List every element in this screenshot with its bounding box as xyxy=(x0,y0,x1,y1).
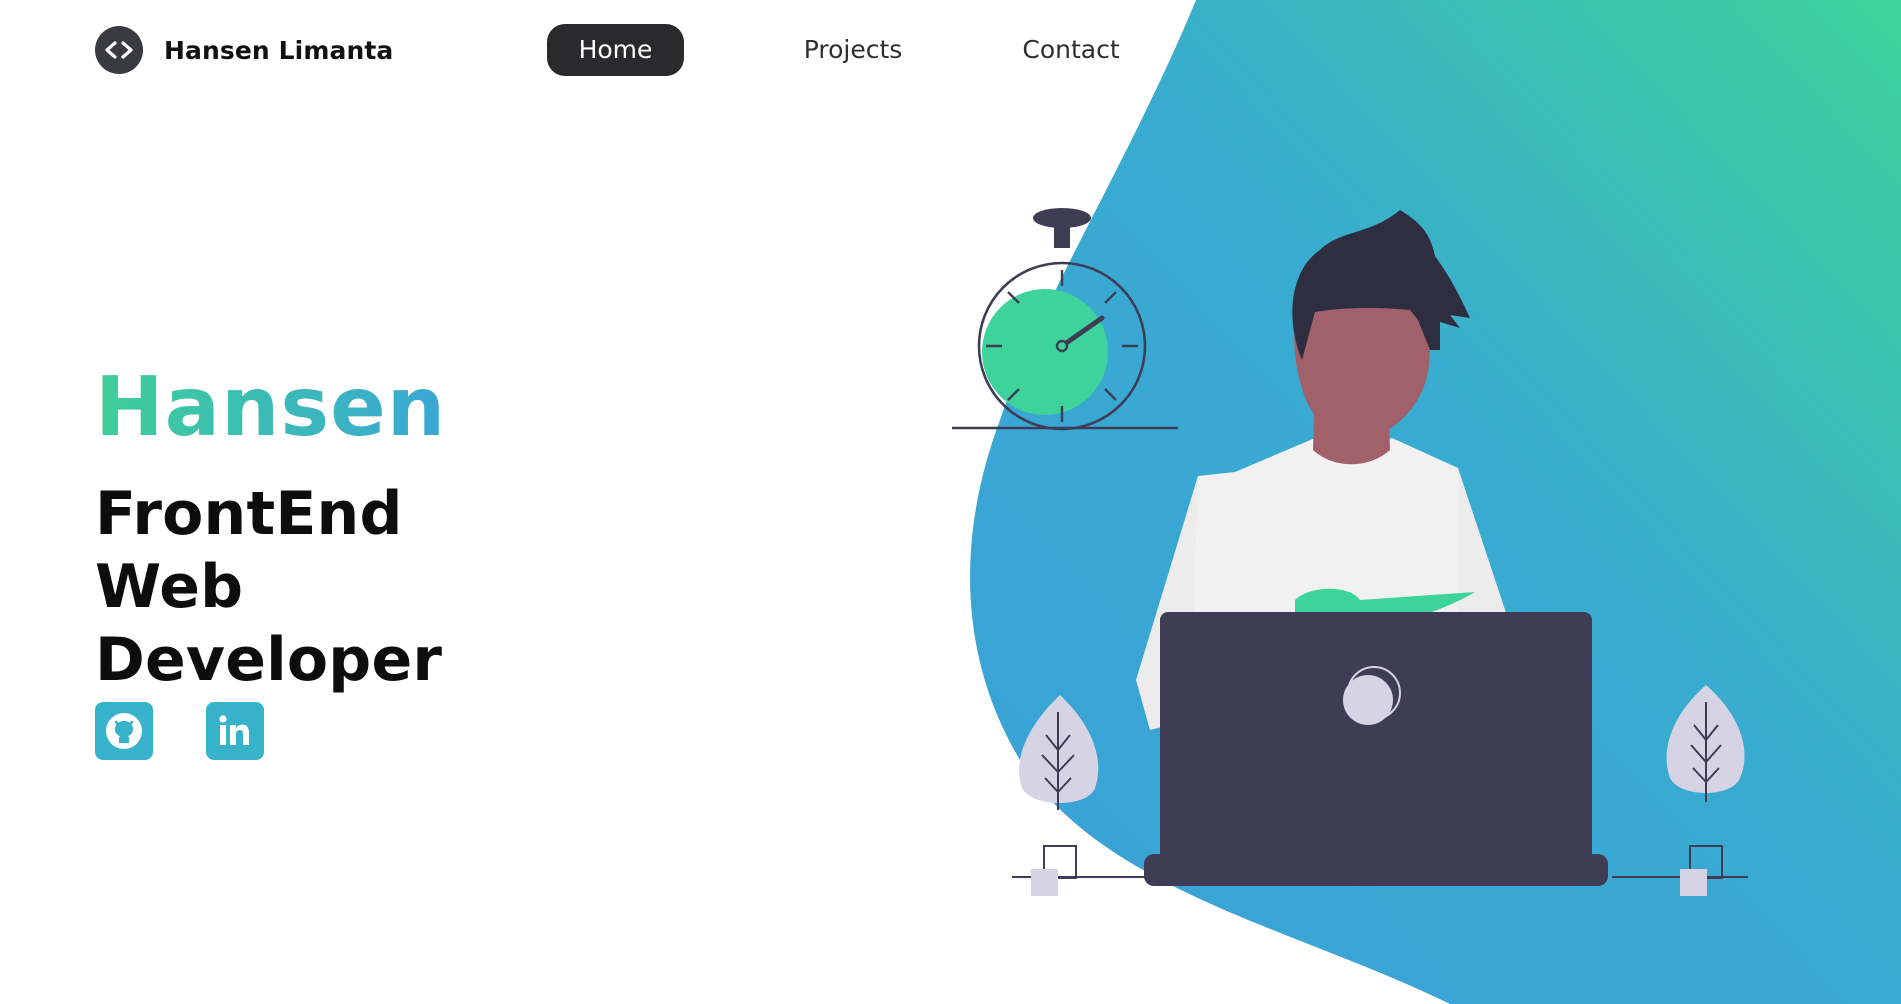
code-brackets-icon xyxy=(95,26,143,74)
plant-right-illustration xyxy=(1612,685,1748,896)
github-icon xyxy=(106,713,142,749)
linkedin-button[interactable] xyxy=(206,702,264,760)
nav-contact[interactable]: Contact xyxy=(1012,24,1130,76)
hero-role-text: FrontEnd Web Developer xyxy=(95,479,443,695)
brand-name: Hansen Limanta xyxy=(164,35,394,65)
hero-role: FrontEnd Web Developer xyxy=(95,478,565,697)
linkedin-icon xyxy=(219,715,249,745)
github-button[interactable] xyxy=(95,702,153,760)
hero-first-name: Hansen xyxy=(95,358,446,458)
brand[interactable]: Hansen Limanta xyxy=(95,26,393,74)
laptop-illustration xyxy=(1144,612,1608,886)
nav-projects[interactable]: Projects xyxy=(790,24,916,76)
plant-left-illustration xyxy=(1012,695,1148,896)
stopwatch-icon xyxy=(952,208,1178,431)
nav-home[interactable]: Home xyxy=(547,24,684,76)
developer-illustration xyxy=(952,208,1748,896)
